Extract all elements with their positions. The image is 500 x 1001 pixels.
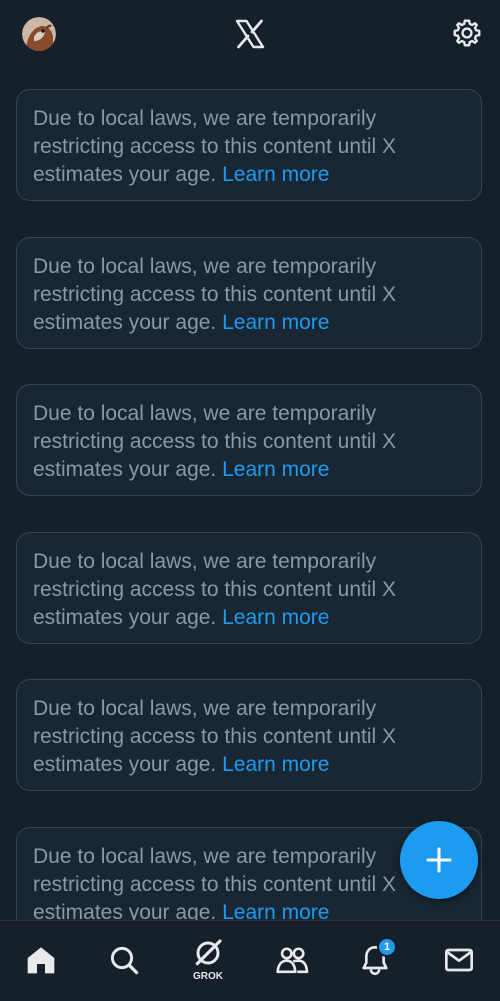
settings-button[interactable] (451, 17, 483, 49)
top-bar (0, 0, 500, 68)
x-logo-icon (235, 19, 265, 49)
grok-icon (195, 939, 222, 966)
restricted-content-notice: Due to local laws, we are temporarily re… (16, 532, 482, 644)
notice-text: Due to local laws, we are temporarily re… (33, 845, 396, 920)
profile-avatar[interactable] (22, 17, 56, 51)
learn-more-link[interactable]: Learn more (222, 311, 329, 334)
nav-notifications[interactable]: 1 (345, 921, 405, 1001)
home-icon (27, 947, 55, 974)
nav-home[interactable] (11, 921, 71, 1001)
learn-more-link[interactable]: Learn more (222, 901, 329, 920)
restricted-content-notice: Due to local laws, we are temporarily re… (16, 384, 482, 496)
nav-messages[interactable] (429, 921, 489, 1001)
notice-text: Due to local laws, we are temporarily re… (33, 402, 396, 481)
gear-icon (453, 19, 481, 47)
grok-label: GROK (193, 971, 223, 982)
communities-icon (276, 947, 309, 974)
learn-more-link[interactable]: Learn more (222, 163, 329, 186)
restricted-content-notice: Due to local laws, we are temporarily re… (16, 679, 482, 791)
plus-icon (426, 847, 452, 873)
learn-more-link[interactable]: Learn more (222, 753, 329, 776)
notification-badge: 1 (377, 937, 397, 957)
notice-text: Due to local laws, we are temporarily re… (33, 550, 396, 629)
notice-text: Due to local laws, we are temporarily re… (33, 697, 396, 776)
x-logo (234, 18, 266, 50)
notice-text: Due to local laws, we are temporarily re… (33, 107, 396, 186)
nav-grok[interactable]: GROK (178, 921, 238, 1001)
restricted-content-notice: Due to local laws, we are temporarily re… (16, 89, 482, 201)
avatar-image (22, 17, 56, 51)
learn-more-link[interactable]: Learn more (222, 606, 329, 629)
search-icon (110, 946, 139, 975)
timeline-feed[interactable]: Due to local laws, we are temporarily re… (0, 68, 500, 920)
learn-more-link[interactable]: Learn more (222, 458, 329, 481)
notice-text: Due to local laws, we are temporarily re… (33, 255, 396, 334)
compose-post-button[interactable] (400, 821, 478, 899)
mail-icon (445, 948, 473, 972)
nav-search[interactable] (94, 921, 154, 1001)
nav-communities[interactable] (262, 921, 322, 1001)
restricted-content-notice: Due to local laws, we are temporarily re… (16, 237, 482, 349)
bottom-navigation: GROK 1 (0, 920, 500, 1000)
